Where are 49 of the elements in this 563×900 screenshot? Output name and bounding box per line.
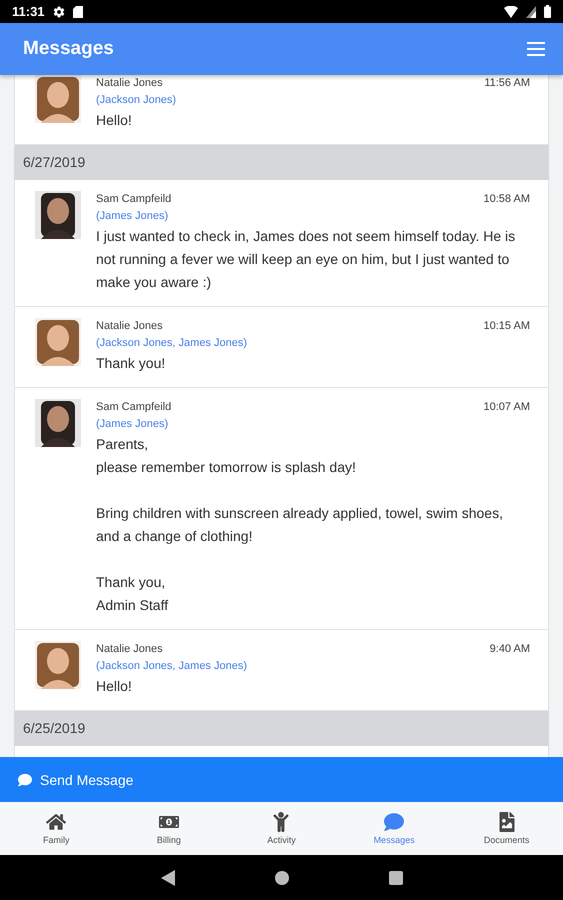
document-icon [496,812,517,832]
recents-icon[interactable] [388,870,402,884]
nav-tab[interactable]: Documents [450,802,563,855]
message-time: 10:07 AM [484,400,530,415]
message-card[interactable]: Sam Campfeild 10:07 AM (James Jones) Parents, please remember tomorrow is splash day! Bring children with sunscreen already applied, towel, swim shoes, and a change of clothing! Thank you, Admin Staff [14,388,549,630]
message-text: Parents, please remember tomorrow is splash day! Bring children with sunscreen already applied, towel, swim shoes, and a change of clothing! Thank you, Admin Staff [96,434,504,615]
message-time: 9:40 AM [490,642,530,657]
page-title: Messages [23,38,114,60]
message-card[interactable]: Sam Campfeild 10:58 AM (James Jones) I just wanted to check in, James does not seem himself today. He is not running a fever we will keep an eye on him, but I just wanted to make you aware :) [14,180,549,307]
date-header: 6/25/2019 [14,710,549,746]
signal-icon [526,6,536,18]
home-icon[interactable] [274,870,288,884]
clock: 11:31 [12,4,45,19]
back-icon[interactable] [160,870,174,886]
person-icon [271,812,292,832]
message-card[interactable]: Natalie Jones 11:56 AM (Jackson Jones) Hello! [14,75,549,145]
sender-name: Natalie Jones [96,318,163,334]
message-card[interactable]: Natalie Jones 10:15 AM (Jackson Jones, James Jones) Thank you! [14,306,549,388]
nav-tab[interactable]: Billing [112,802,226,855]
message-time: 11:56 AM [484,76,530,91]
recipients: (James Jones) [96,208,170,224]
sender-name: Natalie Jones [96,642,163,657]
date-header: 6/27/2019 [14,145,549,180]
sd-card-icon [72,6,83,18]
chat-bubble-icon [18,772,32,786]
chat-bubble-icon [384,812,404,832]
sender-name: Natalie Jones [96,76,163,91]
sender-name: Sam Campfeild [96,400,172,415]
recipients: (Jackson Jones, James Jones) [96,658,248,674]
battery-icon [544,5,551,18]
menu-icon[interactable] [527,42,545,56]
message-time: 10:15 AM [484,318,530,334]
message-text: Thank you! [96,354,166,373]
message-card[interactable]: Natalie Jones 9:40 AM (Jackson Jones, James Jones) Hello! [14,630,549,711]
house-icon [46,812,66,832]
nav-tab[interactable]: Messages [338,802,450,855]
message-text: I just wanted to check in, James does not seem himself today. He is not running a fever we will keep an eye on him, but I just wanted to make you aware :) [96,226,516,292]
message-text: Hello! [96,676,133,696]
message-text: Hello! [96,111,133,130]
recipients: (James Jones) [96,416,170,432]
recipients: (Jackson Jones) [96,93,178,108]
message-time: 10:58 AM [484,192,530,207]
recipients: (Jackson Jones, James Jones) [96,336,248,351]
settings-icon [52,6,65,18]
wifi-icon [504,6,518,18]
nav-tab[interactable]: Activity [225,802,338,855]
sender-name: Sam Campfeild [96,192,172,207]
nav-tab[interactable]: Family [0,802,113,855]
send-message-button[interactable]: Send Message [0,757,563,802]
